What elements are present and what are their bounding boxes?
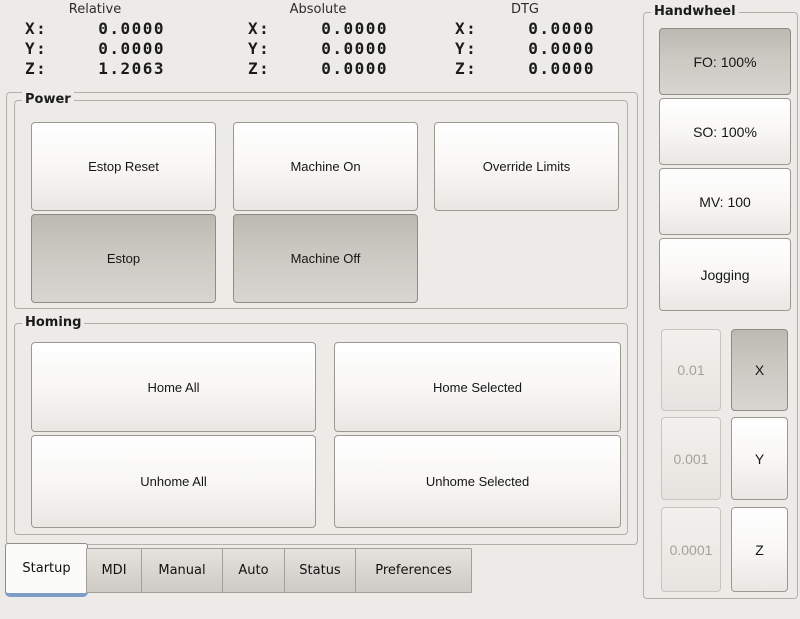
homing-frame-label: Homing — [22, 315, 84, 331]
tab-mdi[interactable]: MDI — [86, 548, 142, 593]
axis-label: X: — [455, 19, 477, 38]
tab-manual[interactable]: Manual — [141, 548, 223, 593]
axis-z-button[interactable]: Z — [731, 507, 788, 592]
tab-auto[interactable]: Auto — [222, 548, 285, 593]
power-frame-label: Power — [22, 92, 74, 108]
axis-value: 0.0000 — [528, 59, 595, 78]
dro-row-y: Y: 0.0000 — [248, 38, 388, 58]
dro-title-absolute: Absolute — [248, 0, 388, 18]
axis-label: Y: — [248, 39, 270, 58]
axis-label: X: — [248, 19, 270, 38]
axis-label: Y: — [455, 39, 477, 58]
unhome-all-button[interactable]: Unhome All — [31, 435, 316, 528]
handwheel-frame: Handwheel FO: 100% SO: 100% MV: 100 Jogg… — [643, 12, 798, 599]
axis-value: 0.0000 — [528, 19, 595, 38]
axis-x-button[interactable]: X — [731, 329, 788, 411]
dro-column-absolute: Absolute X: 0.0000 Y: 0.0000 Z: 0.0000 — [248, 0, 388, 84]
axis-value: 0.0000 — [98, 19, 165, 38]
axis-value: 0.0000 — [528, 39, 595, 58]
dro-title-relative: Relative — [25, 0, 165, 18]
cnc-control-window: Relative X: 0.0000 Y: 0.0000 Z: 1.2063 A… — [0, 0, 800, 619]
dro-row-x: X: 0.0000 — [455, 18, 595, 38]
axis-label: Z: — [25, 59, 47, 78]
estop-reset-button[interactable]: Estop Reset — [31, 122, 216, 211]
dro-row-x: X: 0.0000 — [25, 18, 165, 38]
increment-0.0001-button[interactable]: 0.0001 — [661, 507, 721, 592]
axis-value: 0.0000 — [321, 39, 388, 58]
jogging-button[interactable]: Jogging — [659, 238, 791, 311]
dro-row-z: Z: 0.0000 — [455, 58, 595, 78]
dro-row-z: Z: 1.2063 — [25, 58, 165, 78]
startup-tab-page: Power Estop Reset Machine On Override Li… — [6, 92, 638, 545]
spindle-override-button[interactable]: SO: 100% — [659, 98, 791, 165]
machine-on-button[interactable]: Machine On — [233, 122, 418, 211]
tab-bar: MDI Manual Auto Status Preferences — [87, 548, 472, 593]
home-all-button[interactable]: Home All — [31, 342, 316, 432]
homing-frame: Homing Home All Home Selected Unhome All… — [14, 323, 628, 535]
power-frame: Power Estop Reset Machine On Override Li… — [14, 100, 628, 309]
dro-row-x: X: 0.0000 — [248, 18, 388, 38]
axis-value: 0.0000 — [321, 19, 388, 38]
axis-label: Z: — [248, 59, 270, 78]
dro-title-dtg: DTG — [455, 0, 595, 18]
dro-row-y: Y: 0.0000 — [455, 38, 595, 58]
handwheel-frame-label: Handwheel — [651, 4, 739, 20]
axis-label: Y: — [25, 39, 47, 58]
tab-startup[interactable]: Startup — [5, 543, 88, 597]
tab-status[interactable]: Status — [284, 548, 356, 593]
estop-button[interactable]: Estop — [31, 214, 216, 303]
axis-label: Z: — [455, 59, 477, 78]
increment-0.001-button[interactable]: 0.001 — [661, 417, 721, 500]
axis-label: X: — [25, 19, 47, 38]
unhome-selected-button[interactable]: Unhome Selected — [334, 435, 621, 528]
override-limits-button[interactable]: Override Limits — [434, 122, 619, 211]
feed-override-button[interactable]: FO: 100% — [659, 28, 791, 95]
dro-row-y: Y: 0.0000 — [25, 38, 165, 58]
axis-value: 0.0000 — [321, 59, 388, 78]
dro-row-z: Z: 0.0000 — [248, 58, 388, 78]
home-selected-button[interactable]: Home Selected — [334, 342, 621, 432]
axis-value: 0.0000 — [98, 39, 165, 58]
max-velocity-button[interactable]: MV: 100 — [659, 168, 791, 235]
dro-column-relative: Relative X: 0.0000 Y: 0.0000 Z: 1.2063 — [25, 0, 165, 84]
axis-y-button[interactable]: Y — [731, 417, 788, 500]
machine-off-button[interactable]: Machine Off — [233, 214, 418, 303]
increment-0.01-button[interactable]: 0.01 — [661, 329, 721, 411]
tab-preferences[interactable]: Preferences — [355, 548, 472, 593]
dro-column-dtg: DTG X: 0.0000 Y: 0.0000 Z: 0.0000 — [455, 0, 595, 84]
axis-value: 1.2063 — [98, 59, 165, 78]
